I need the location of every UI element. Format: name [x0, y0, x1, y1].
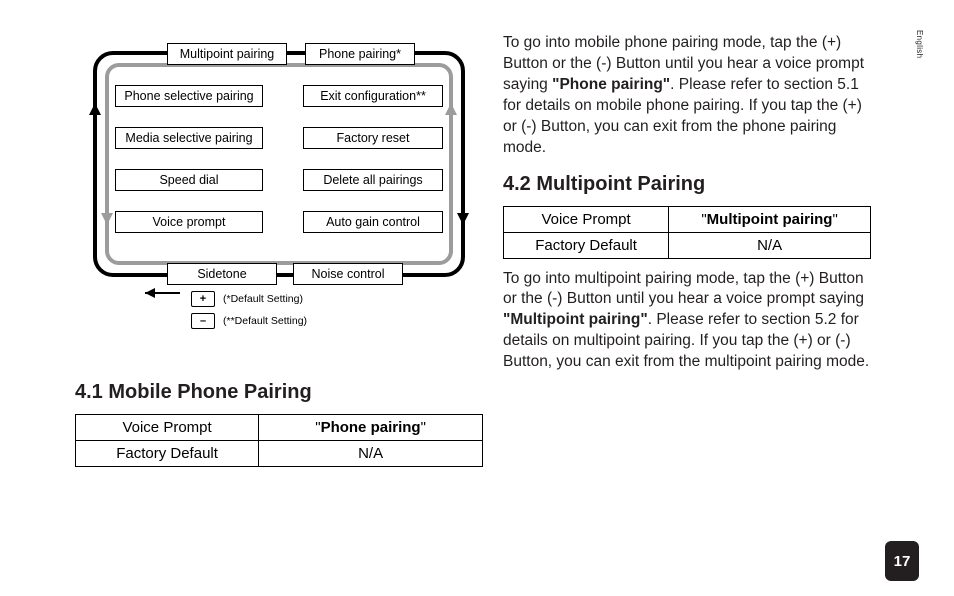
- para-4-1: To go into mobile phone pairing mode, ta…: [503, 33, 871, 159]
- menu-multipoint-pairing: Multipoint pairing: [167, 43, 287, 65]
- table-4-2: Voice Prompt "Multipoint pairing" Factor…: [503, 206, 871, 259]
- heading-4-2: 4.2 Multipoint Pairing: [503, 173, 871, 196]
- page-number: 17: [885, 541, 919, 581]
- cell-value: "Multipoint pairing": [669, 206, 871, 232]
- cell-value: "Phone pairing": [259, 415, 483, 441]
- legend-minus-text: (**Default Setting): [223, 315, 307, 327]
- menu-phone-pairing: Phone pairing*: [305, 43, 415, 65]
- table-4-1: Voice Prompt "Phone pairing" Factory Def…: [75, 414, 483, 467]
- plus-button-icon: +: [191, 291, 215, 307]
- para-4-2: To go into multipoint pairing mode, tap …: [503, 269, 871, 374]
- legend-plus: + (*Default Setting): [183, 291, 307, 307]
- cell-value: N/A: [259, 441, 483, 467]
- menu-delete-all-pairings: Delete all pairings: [303, 169, 443, 191]
- heading-4-1: 4.1 Mobile Phone Pairing: [75, 381, 483, 404]
- cell-value: N/A: [669, 232, 871, 258]
- menu-speed-dial: Speed dial: [115, 169, 263, 191]
- menu-exit-configuration: Exit configuration**: [303, 85, 443, 107]
- cell-label: Factory Default: [504, 232, 669, 258]
- language-tab: English: [915, 30, 924, 58]
- cell-label: Voice Prompt: [504, 206, 669, 232]
- menu-phone-selective-pairing: Phone selective pairing: [115, 85, 263, 107]
- legend-minus: – (**Default Setting): [183, 313, 307, 329]
- cell-label: Voice Prompt: [76, 415, 259, 441]
- menu-factory-reset: Factory reset: [303, 127, 443, 149]
- menu-auto-gain-control: Auto gain control: [303, 211, 443, 233]
- menu-media-selective-pairing: Media selective pairing: [115, 127, 263, 149]
- cell-label: Factory Default: [76, 441, 259, 467]
- diagram-flow-lines: [75, 33, 483, 303]
- minus-button-icon: –: [191, 313, 215, 329]
- menu-voice-prompt: Voice prompt: [115, 211, 263, 233]
- legend-plus-text: (*Default Setting): [223, 293, 303, 305]
- config-menu-diagram: Multipoint pairing Phone pairing* Phone …: [75, 33, 483, 333]
- menu-sidetone: Sidetone: [167, 263, 277, 285]
- menu-noise-control: Noise control: [293, 263, 403, 285]
